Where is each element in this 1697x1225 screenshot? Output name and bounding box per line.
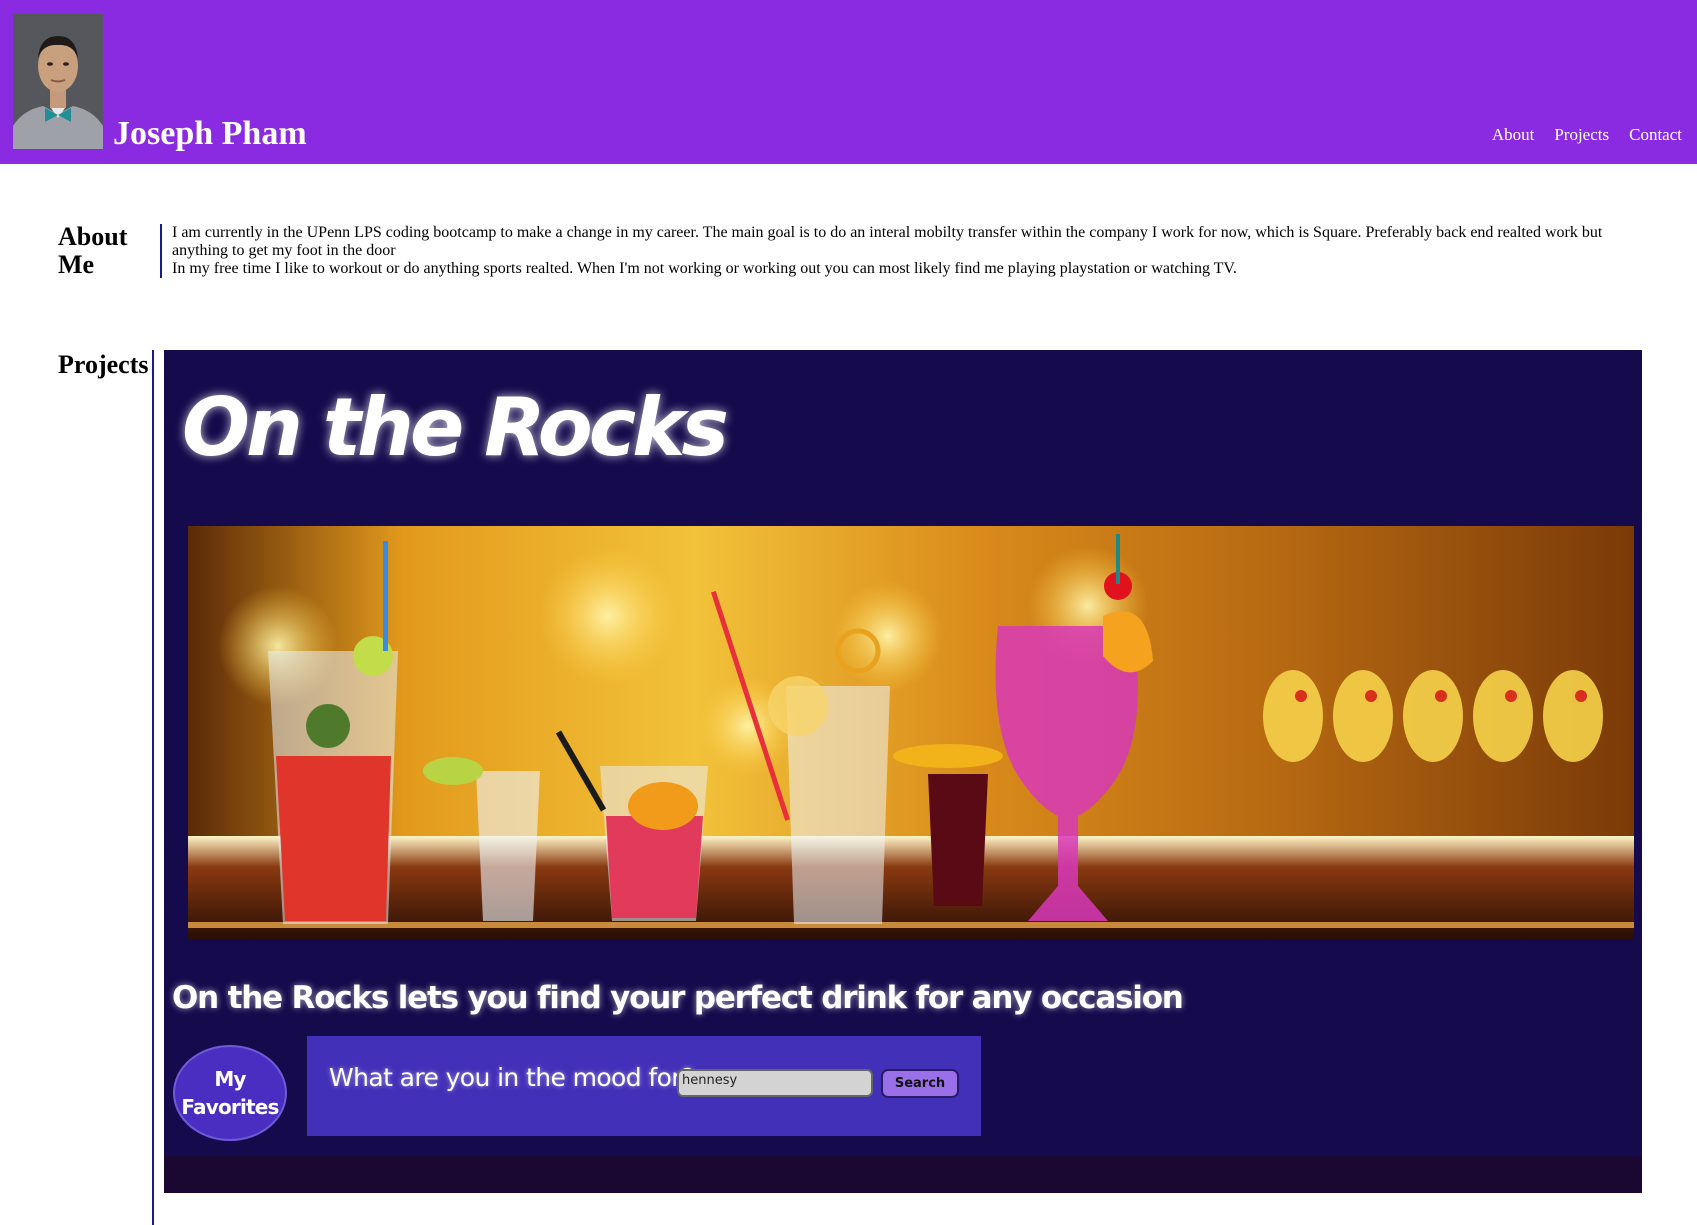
profile-photo <box>13 14 103 149</box>
project-tagline: On the Rocks lets you find your perfect … <box>172 980 1184 1016</box>
about-paragraph: I am currently in the UPenn LPS coding b… <box>172 224 1603 259</box>
my-favorites-button[interactable]: My Favorites <box>173 1045 287 1141</box>
nav-link-projects[interactable]: Projects <box>1554 124 1609 146</box>
search-prompt: What are you in the mood for? <box>329 1063 694 1092</box>
main-nav: About Projects Contact <box>1492 124 1682 146</box>
about-text: I am currently in the UPenn LPS coding b… <box>160 224 1632 278</box>
nav-link-contact[interactable]: Contact <box>1629 124 1682 146</box>
project-screenshot[interactable]: On the Rocks On the Rocks lets you find … <box>164 350 1642 1193</box>
site-owner-name: Joseph Pham <box>113 115 307 152</box>
site-header: Joseph Pham About Projects Contact <box>0 0 1697 164</box>
nav-link-about[interactable]: About <box>1492 124 1535 146</box>
projects-divider <box>152 350 154 1225</box>
search-button[interactable]: Search <box>881 1069 959 1098</box>
hero-cocktails-image <box>188 526 1634 939</box>
about-paragraph: In my free time I like to workout or do … <box>172 260 1237 277</box>
drink-search-input[interactable]: hennesy <box>677 1069 873 1097</box>
project-footer-bar <box>164 1156 1642 1193</box>
search-panel: What are you in the mood for? hennesy Se… <box>307 1036 981 1136</box>
about-heading: About Me <box>58 222 128 279</box>
projects-heading: Projects <box>58 350 149 379</box>
project-title: On the Rocks <box>182 381 729 474</box>
